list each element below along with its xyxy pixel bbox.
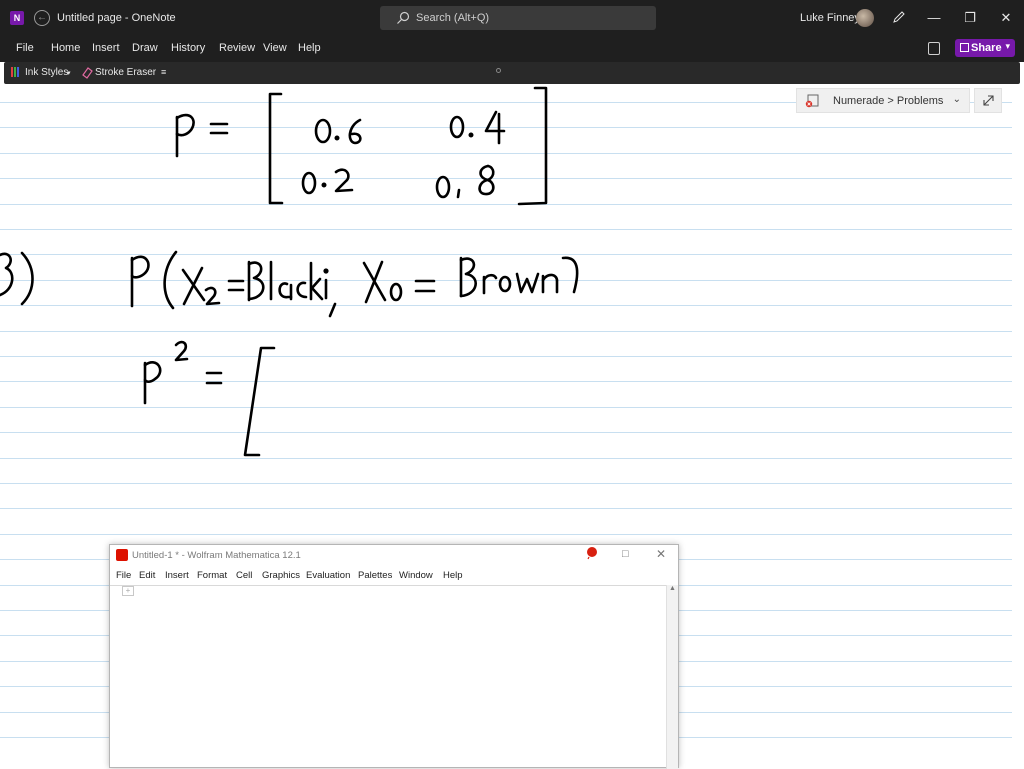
expand-icon[interactable]: [974, 88, 1002, 113]
breadcrumb-text: Numerade > Problems: [833, 95, 944, 107]
restore-icon[interactable]: □: [622, 548, 629, 560]
menu-window[interactable]: Window: [399, 570, 433, 581]
menu-palettes[interactable]: Palettes: [358, 570, 392, 581]
mathematica-window[interactable]: Untitled-1 * - Wolfram Mathematica 12.1 …: [109, 544, 679, 769]
mathematica-title: Untitled-1 * - Wolfram Mathematica 12.1: [132, 550, 301, 561]
menu-graphics[interactable]: Graphics: [262, 570, 300, 581]
menu-help[interactable]: Help: [443, 570, 463, 581]
mathematica-menu-bar: File Edit Insert Format Cell Graphics Ev…: [110, 567, 678, 585]
menu-evaluation[interactable]: Evaluation: [306, 570, 350, 581]
chevron-down-icon[interactable]: ⌄: [953, 94, 961, 105]
section-icon: [805, 94, 819, 108]
menu-file[interactable]: File: [116, 570, 131, 581]
menu-cell[interactable]: Cell: [236, 570, 252, 581]
expand-arrows-icon: [983, 95, 994, 106]
balloon-icon[interactable]: [585, 546, 599, 560]
scrollbar[interactable]: ▲: [666, 585, 678, 769]
menu-format[interactable]: Format: [197, 570, 227, 581]
section-breadcrumb[interactable]: Numerade > Problems ⌄: [796, 88, 970, 113]
close-icon[interactable]: ✕: [656, 547, 666, 561]
menu-edit[interactable]: Edit: [139, 570, 155, 581]
mathematica-logo-icon: [116, 549, 128, 561]
cell-insertion-point[interactable]: +: [122, 586, 134, 596]
scroll-up-icon[interactable]: ▲: [669, 585, 676, 592]
mathematica-title-bar[interactable]: Untitled-1 * - Wolfram Mathematica 12.1 …: [110, 545, 678, 567]
menu-insert[interactable]: Insert: [165, 570, 189, 581]
notebook-area[interactable]: [110, 585, 666, 769]
